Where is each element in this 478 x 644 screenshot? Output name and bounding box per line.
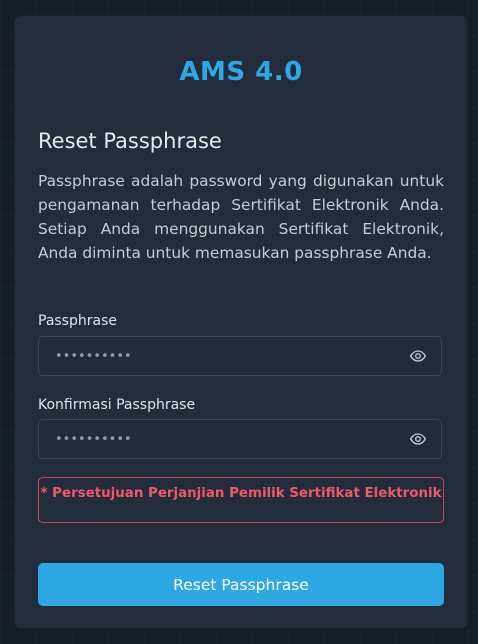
confirm-passphrase-label: Konfirmasi Passphrase (38, 397, 196, 413)
app-title: AMS 4.0 (179, 57, 303, 87)
eye-icon[interactable] (409, 431, 427, 447)
confirm-passphrase-input[interactable] (39, 420, 399, 458)
agreement-warning[interactable]: * Persetujuan Perjanjian Pemilik Sertifi… (38, 477, 444, 523)
passphrase-label: Passphrase (38, 313, 117, 329)
eye-icon[interactable] (409, 348, 427, 364)
passphrase-input[interactable] (39, 337, 399, 375)
passphrase-field (38, 336, 442, 376)
page-title: Reset Passphrase (38, 129, 222, 153)
confirm-passphrase-field (38, 419, 442, 459)
description-text: Passphrase adalah password yang digunaka… (38, 172, 444, 262)
reset-passphrase-card: AMS 4.0 Reset Passphrase Passphrase adal… (15, 16, 467, 628)
reset-passphrase-button[interactable]: Reset Passphrase (38, 563, 444, 606)
